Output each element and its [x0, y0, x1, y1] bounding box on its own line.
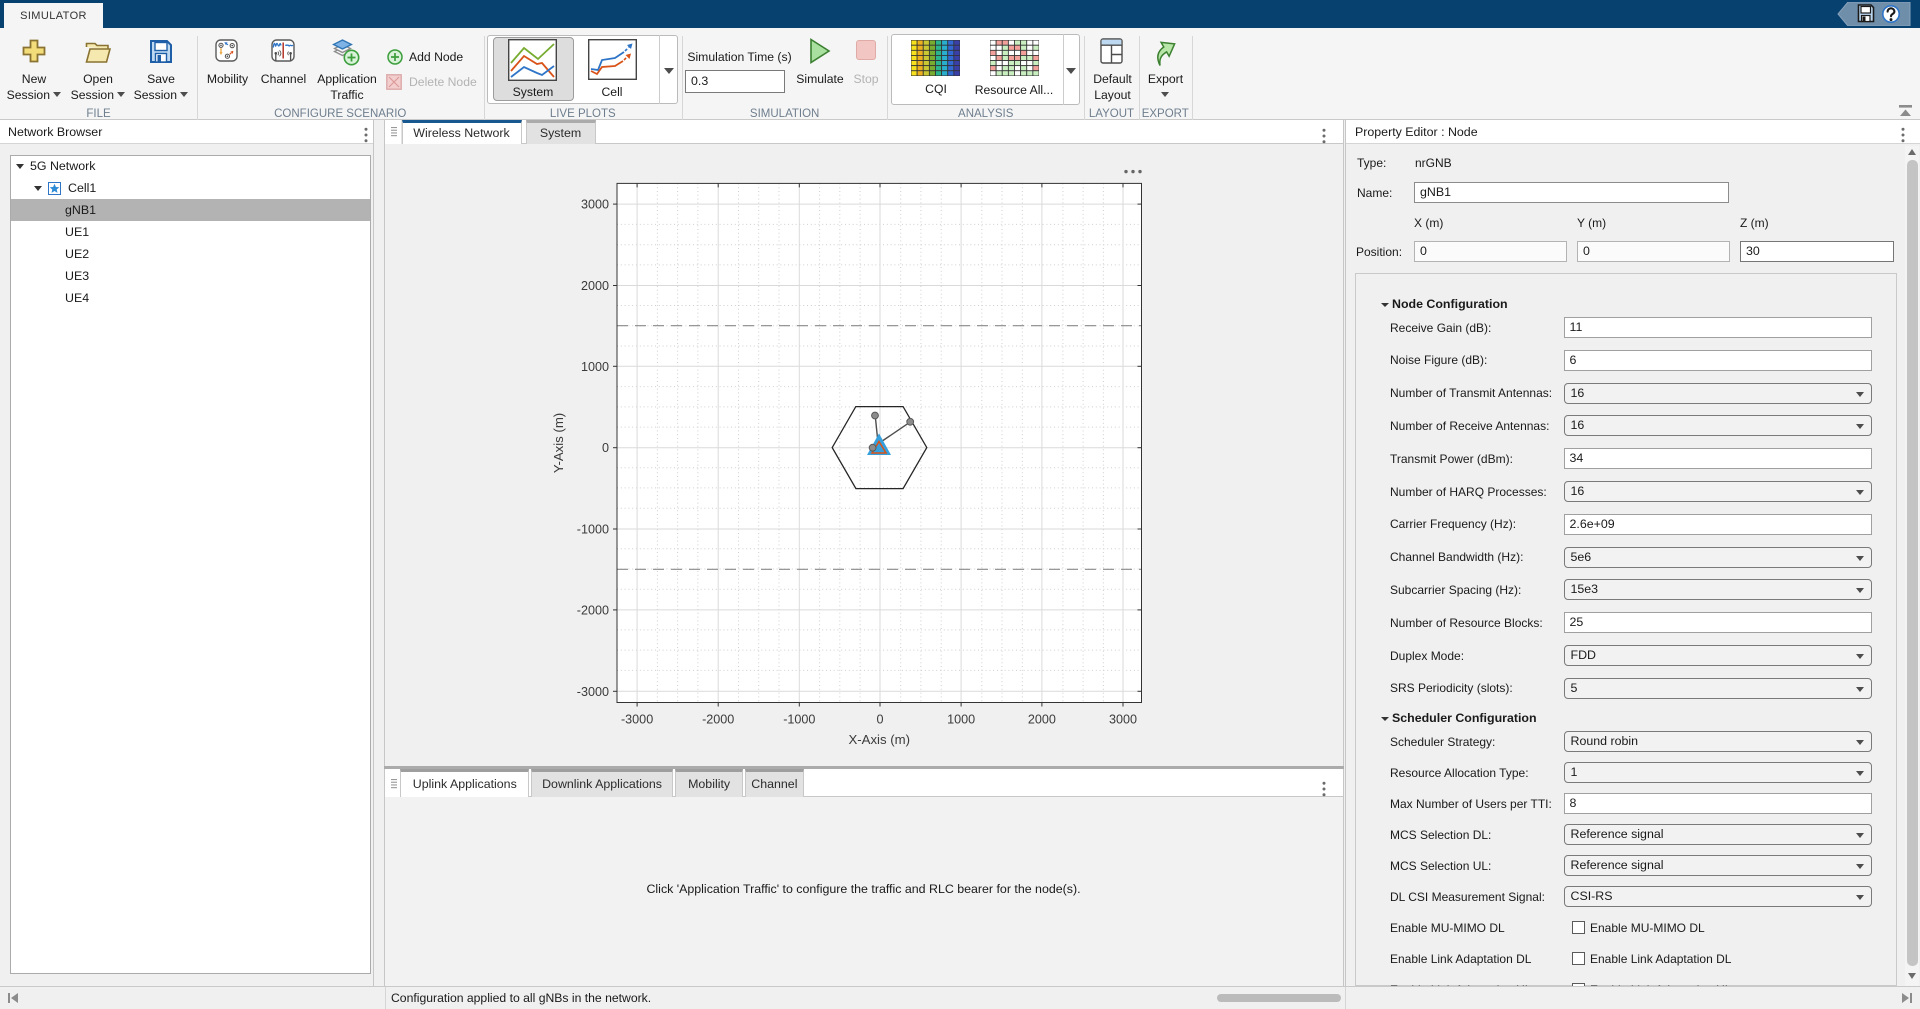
- svg-text:-1000: -1000: [576, 523, 608, 537]
- svg-text:X-Axis (m): X-Axis (m): [848, 732, 910, 747]
- svg-text:-1000: -1000: [783, 713, 815, 727]
- svg-text:-3000: -3000: [576, 685, 608, 699]
- svg-text:1000: 1000: [947, 713, 975, 727]
- svg-text:1000: 1000: [580, 360, 608, 374]
- svg-text:3000: 3000: [580, 198, 608, 212]
- svg-text:-2000: -2000: [576, 603, 608, 617]
- svg-text:2000: 2000: [1027, 713, 1055, 727]
- svg-text:0: 0: [601, 441, 608, 455]
- svg-text:0: 0: [876, 713, 883, 727]
- svg-text:Y-Axis (m): Y-Axis (m): [551, 413, 566, 473]
- svg-text:2000: 2000: [580, 279, 608, 293]
- svg-text:3000: 3000: [1108, 713, 1136, 727]
- svg-text:-2000: -2000: [702, 713, 734, 727]
- svg-text:-3000: -3000: [620, 713, 652, 727]
